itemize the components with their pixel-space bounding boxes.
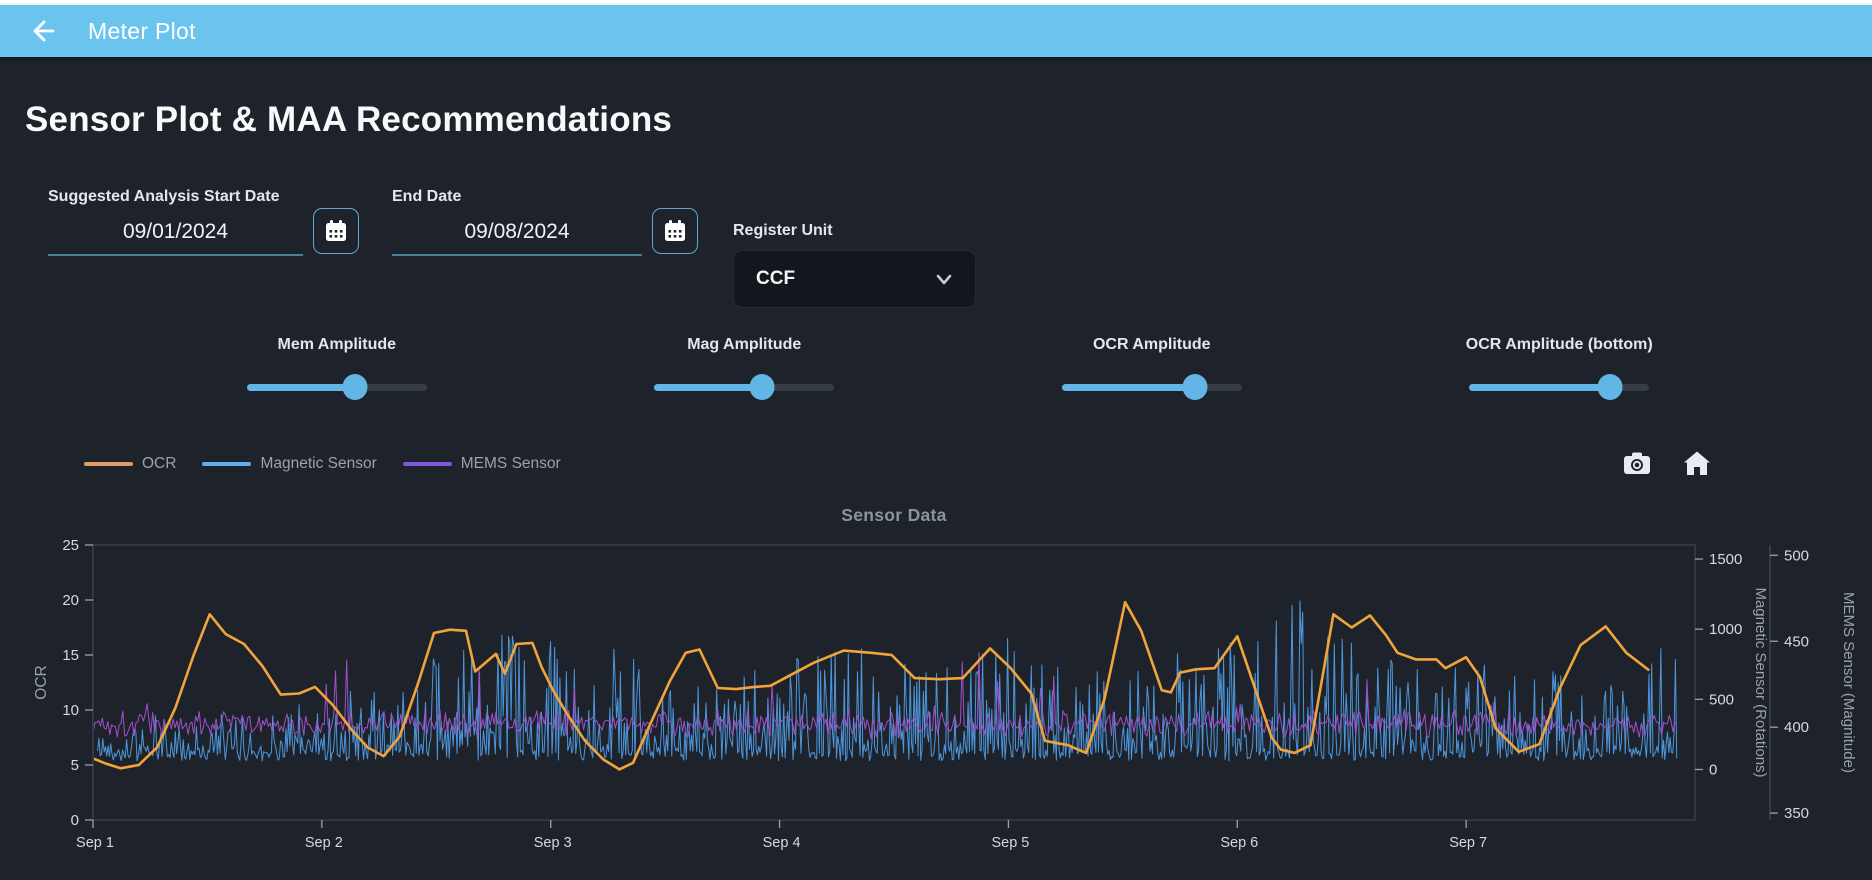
axis-text: 1500 bbox=[1709, 551, 1742, 568]
arrow-left-icon bbox=[27, 16, 57, 46]
end-date-underline bbox=[392, 254, 642, 256]
calendar-icon bbox=[662, 218, 688, 244]
axis-text: MEMS Sensor (Magnitude) bbox=[1840, 592, 1857, 773]
axis-text: Sep 1 bbox=[76, 835, 114, 851]
slider-fill bbox=[1469, 384, 1609, 391]
legend-item-mems[interactable]: MEMS Sensor bbox=[403, 455, 561, 473]
slider-col-ocr-bottom: OCR Amplitude (bottom) bbox=[1356, 336, 1764, 400]
end-date-input[interactable]: 09/08/2024 bbox=[392, 206, 642, 256]
magnetic-sensor-line bbox=[98, 601, 1677, 761]
slider-col-mem: Mem Amplitude bbox=[133, 336, 541, 400]
axis-text: 0 bbox=[1709, 761, 1717, 778]
ocr-amplitude-bottom-label: OCR Amplitude (bottom) bbox=[1466, 336, 1653, 354]
start-date-row: 09/01/2024 bbox=[48, 206, 359, 256]
axis-text: Magnetic Sensor (Rotations) bbox=[1752, 587, 1769, 777]
mag-amplitude-label: Mag Amplitude bbox=[687, 336, 801, 354]
end-date-label: End Date bbox=[392, 188, 698, 206]
chart-modebar bbox=[1622, 448, 1712, 478]
axis-text: Sep 6 bbox=[1220, 835, 1258, 851]
calendar-icon bbox=[323, 218, 349, 244]
slider-thumb[interactable] bbox=[1182, 374, 1207, 400]
mem-amplitude-slider[interactable] bbox=[247, 374, 427, 400]
start-date-group: Suggested Analysis Start Date 09/01/2024 bbox=[48, 188, 359, 256]
chart-title: Sensor Data bbox=[93, 505, 1695, 526]
axis-text: 5 bbox=[71, 757, 79, 774]
page-title: Sensor Plot & MAA Recommendations bbox=[25, 100, 672, 140]
mems-swatch bbox=[403, 462, 452, 466]
axis-text: 1000 bbox=[1709, 621, 1742, 638]
start-date-value[interactable]: 09/01/2024 bbox=[48, 206, 303, 254]
legend-label: OCR bbox=[142, 455, 176, 473]
reset-home-button[interactable] bbox=[1682, 448, 1712, 478]
axis-text: 0 bbox=[71, 812, 79, 829]
sliders-row: Mem Amplitude Mag Amplitude OCR Amplitud… bbox=[133, 336, 1763, 400]
axis-text: Sep 5 bbox=[991, 835, 1029, 851]
axis-text: OCR bbox=[33, 665, 50, 699]
start-date-calendar-button[interactable] bbox=[313, 208, 359, 254]
end-date-row: 09/08/2024 bbox=[392, 206, 698, 256]
slider-thumb[interactable] bbox=[1597, 374, 1622, 400]
ocr-amplitude-slider[interactable] bbox=[1062, 374, 1242, 400]
plot-area[interactable] bbox=[93, 601, 1677, 770]
register-unit-select[interactable]: CCF bbox=[733, 250, 976, 308]
ocr-swatch bbox=[84, 462, 133, 466]
camera-icon bbox=[1623, 451, 1651, 475]
start-date-underline bbox=[48, 254, 303, 256]
meter-plot-page: Meter Plot Sensor Plot & MAA Recommendat… bbox=[0, 0, 1872, 880]
snapshot-button[interactable] bbox=[1622, 448, 1652, 478]
ocr-amplitude-bottom-slider[interactable] bbox=[1469, 374, 1649, 400]
axis-text: 400 bbox=[1784, 719, 1809, 736]
legend-label: MEMS Sensor bbox=[461, 455, 561, 473]
mem-amplitude-label: Mem Amplitude bbox=[277, 336, 396, 354]
axis-text: Sep 7 bbox=[1449, 835, 1487, 851]
legend-item-ocr[interactable]: OCR bbox=[84, 455, 176, 473]
app-bar-title: Meter Plot bbox=[88, 18, 196, 45]
axis-text: 500 bbox=[1709, 691, 1734, 708]
register-unit-group: Register Unit CCF bbox=[733, 222, 976, 308]
legend-label: Magnetic Sensor bbox=[260, 455, 376, 473]
mems-sensor-line bbox=[93, 653, 1677, 739]
slider-fill bbox=[247, 384, 355, 391]
axis-text: 450 bbox=[1784, 633, 1809, 650]
axis-text: 10 bbox=[62, 702, 79, 719]
axis-text: Sep 2 bbox=[305, 835, 343, 851]
axis-text: Sep 3 bbox=[534, 835, 572, 851]
chart-legend: OCR Magnetic Sensor MEMS Sensor bbox=[84, 455, 587, 473]
axis-text: 500 bbox=[1784, 547, 1809, 564]
end-date-value[interactable]: 09/08/2024 bbox=[392, 206, 642, 254]
axis-text: 25 bbox=[62, 540, 79, 554]
app-bar: Meter Plot bbox=[0, 5, 1872, 57]
magnetic-swatch bbox=[202, 462, 251, 466]
ocr-amplitude-label: OCR Amplitude bbox=[1093, 336, 1211, 354]
end-date-group: End Date 09/08/2024 bbox=[392, 188, 698, 256]
register-unit-label: Register Unit bbox=[733, 222, 976, 240]
back-button[interactable] bbox=[22, 11, 62, 51]
start-date-label: Suggested Analysis Start Date bbox=[48, 188, 359, 206]
start-date-input[interactable]: 09/01/2024 bbox=[48, 206, 303, 256]
slider-col-mag: Mag Amplitude bbox=[541, 336, 949, 400]
axis-text: 15 bbox=[62, 647, 79, 664]
end-date-calendar-button[interactable] bbox=[652, 208, 698, 254]
chevron-down-icon bbox=[933, 268, 955, 290]
slider-thumb[interactable] bbox=[342, 374, 367, 400]
slider-thumb[interactable] bbox=[750, 374, 775, 400]
axis-text: 350 bbox=[1784, 805, 1809, 822]
slider-fill bbox=[654, 384, 762, 391]
slider-fill bbox=[1062, 384, 1195, 391]
axis-text: Sep 4 bbox=[763, 835, 801, 851]
sensor-chart[interactable]: 0 5 10 15 20 25 OCR 0 500 1000 1500 Magnetic Sensor… bbox=[0, 540, 1872, 880]
home-icon bbox=[1683, 450, 1711, 476]
register-unit-value: CCF bbox=[756, 268, 795, 290]
mag-amplitude-slider[interactable] bbox=[654, 374, 834, 400]
legend-item-magnetic[interactable]: Magnetic Sensor bbox=[202, 455, 376, 473]
axis-text: 20 bbox=[62, 592, 79, 609]
slider-col-ocr: OCR Amplitude bbox=[948, 336, 1356, 400]
